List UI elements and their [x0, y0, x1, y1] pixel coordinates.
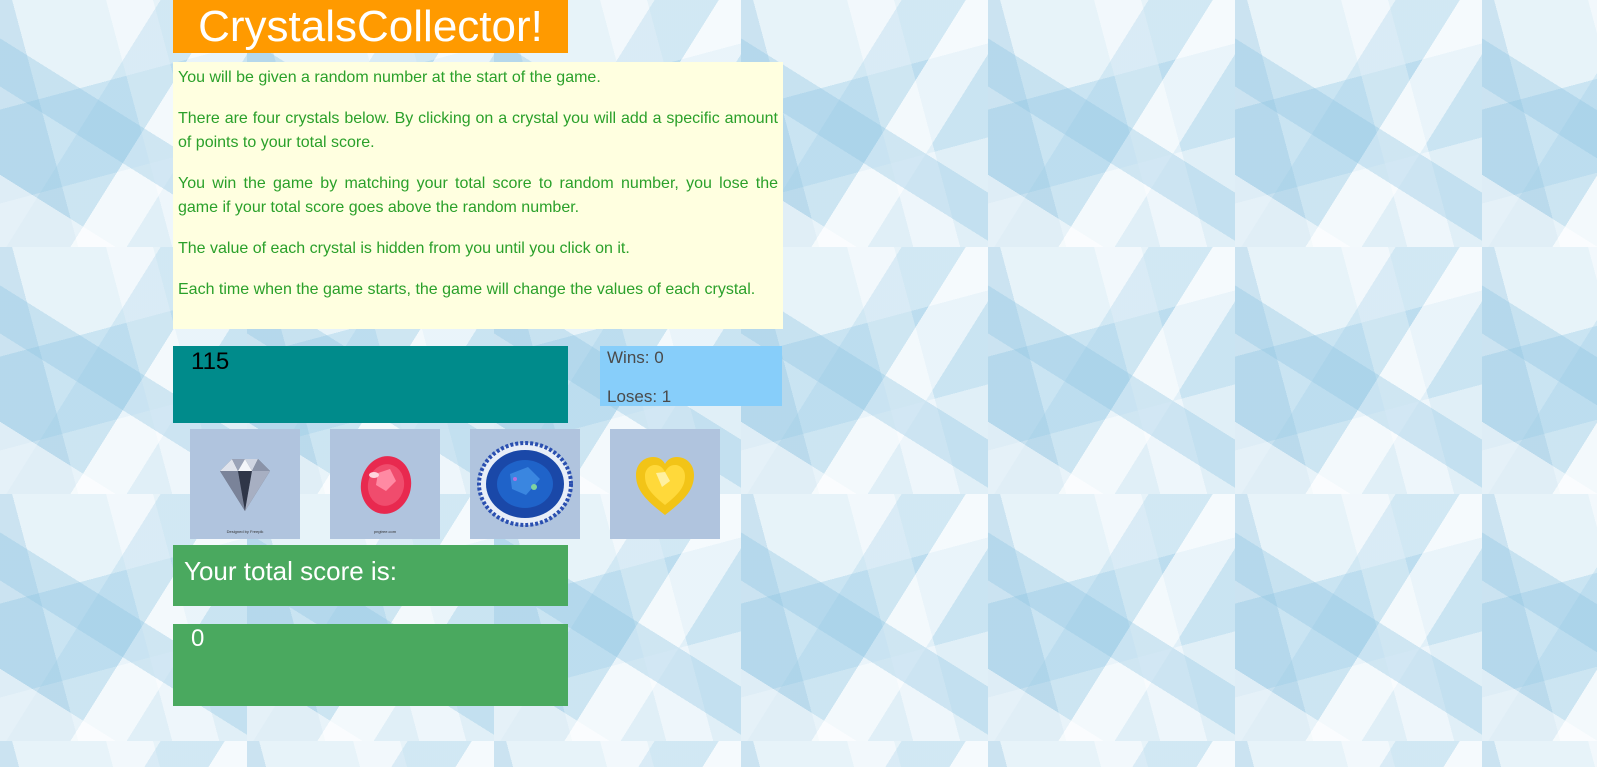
diamond-caption: Designed by Freepik: [227, 529, 264, 534]
instructions-panel: You will be given a random number at the…: [173, 62, 783, 329]
random-number: 115: [191, 348, 230, 375]
ruby-caption: pngtree.com: [374, 529, 397, 534]
scoreboard: Wins: 0 Loses: 1: [600, 346, 782, 406]
white-diamond-icon: Designed by Freepik: [220, 459, 270, 534]
crystal-button-diamond[interactable]: Designed by Freepik: [190, 429, 300, 539]
instruction-5: Each time when the game starts, the game…: [178, 281, 756, 298]
blue-oval-gem-icon: [477, 441, 573, 527]
yellow-heart-gem-icon: [636, 457, 694, 515]
red-ruby-icon: pngtree.com: [360, 456, 412, 534]
instruction-4: The value of each crystal is hidden from…: [178, 240, 630, 257]
random-number-display: 115: [173, 346, 568, 423]
game-title: CrystalsCollector!: [173, 0, 568, 53]
instruction-2: There are four crystals below. By clicki…: [178, 110, 778, 151]
total-score-label: Your total score is:: [173, 545, 568, 606]
instruction-1: You will be given a random number at the…: [178, 69, 601, 86]
wins-count: Wins: 0: [607, 348, 664, 367]
total-score: 0: [191, 625, 205, 652]
losses-count: Loses: 1: [607, 387, 672, 406]
crystal-button-sapphire[interactable]: [470, 429, 580, 539]
total-score-display: 0: [173, 624, 568, 706]
instruction-3: You win the game by matching your total …: [178, 175, 778, 216]
crystal-button-topaz[interactable]: [610, 429, 720, 539]
crystal-button-ruby[interactable]: pngtree.com: [330, 429, 440, 539]
